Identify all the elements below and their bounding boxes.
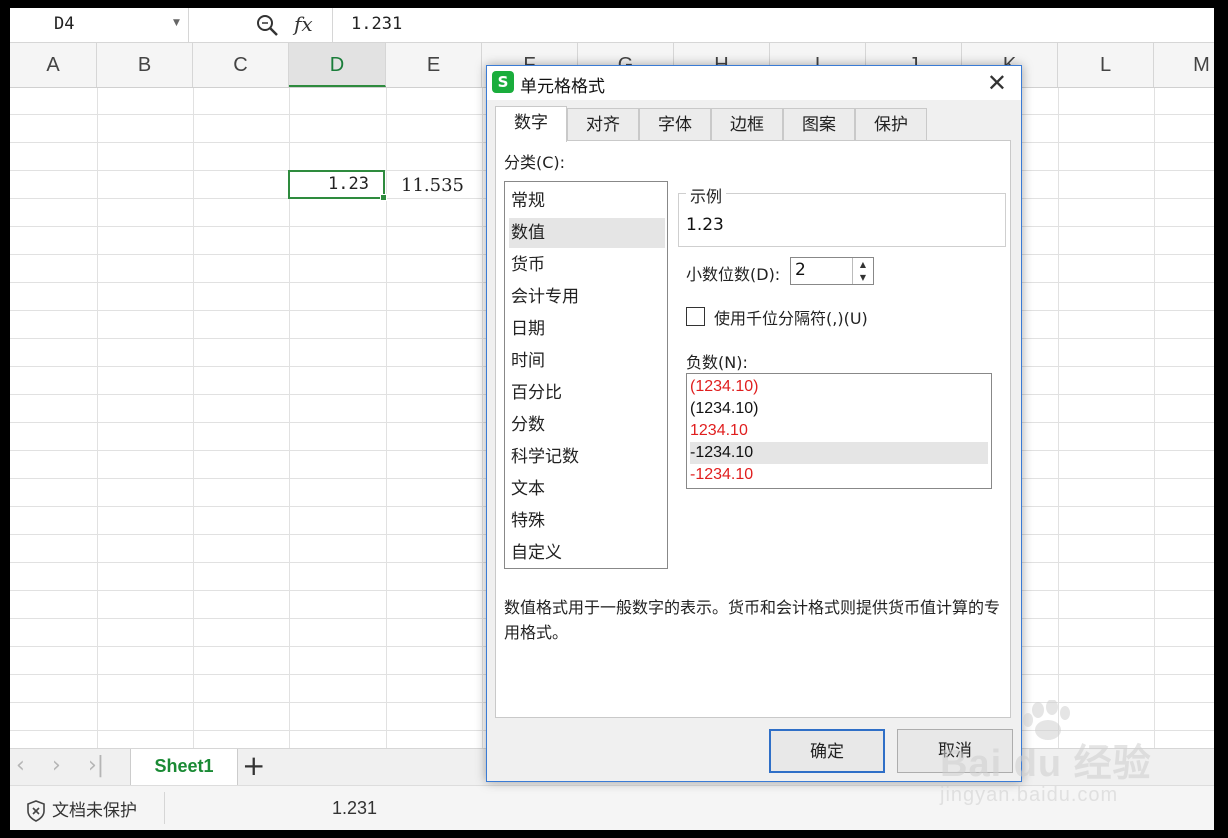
category-item[interactable]: 会计专用: [509, 282, 665, 312]
last-sheet-icon[interactable]: ›|: [88, 753, 104, 778]
category-item-selected[interactable]: 数值: [509, 218, 665, 248]
name-box-value: D4: [54, 14, 75, 34]
decimal-places-value: 2: [795, 260, 806, 280]
sheet-tab-sheet1[interactable]: Sheet1: [130, 749, 238, 785]
spin-up-icon[interactable]: ▲: [853, 258, 873, 271]
spin-down-icon[interactable]: ▼: [853, 271, 873, 284]
close-icon[interactable]: ✕: [987, 69, 1007, 97]
negative-option-selected[interactable]: -1234.10: [690, 442, 988, 464]
column-header-a[interactable]: A: [10, 43, 97, 87]
category-item[interactable]: 特殊: [509, 506, 665, 536]
name-box[interactable]: D4 ▼: [10, 8, 189, 42]
fx-icon[interactable]: fx: [294, 12, 313, 36]
category-item[interactable]: 文本: [509, 474, 665, 504]
formula-bar: D4 ▼ fx 1.231: [10, 8, 1214, 43]
negative-numbers-list[interactable]: (1234.10) (1234.10) 1234.10 -1234.10 -12…: [686, 373, 992, 489]
next-sheet-icon[interactable]: ›: [52, 753, 61, 778]
baidu-jingyan-watermark: Bai du 经验 jingyan.baidu.com: [940, 700, 1180, 830]
thousand-separator-label[interactable]: 使用千位分隔符(,)(U): [714, 305, 868, 329]
category-item[interactable]: 分数: [509, 410, 665, 440]
category-item[interactable]: 百分比: [509, 378, 665, 408]
spin-buttons[interactable]: ▲ ▼: [852, 258, 873, 284]
negative-numbers-label: 负数(N):: [686, 353, 748, 372]
decimal-places-stepper[interactable]: 2 ▲ ▼: [790, 257, 874, 285]
formula-input[interactable]: 1.231: [332, 8, 1214, 42]
column-header-l[interactable]: L: [1058, 43, 1154, 87]
document-protection-status[interactable]: 文档未保护: [26, 796, 137, 822]
wps-sheet-logo-icon: S: [492, 71, 514, 93]
watermark-brand: Bai du 经验: [940, 743, 1152, 785]
dialog-title: 单元格格式: [520, 77, 605, 97]
cell-e4[interactable]: 11.535: [386, 172, 482, 199]
tab-border[interactable]: 边框: [711, 108, 783, 140]
format-cells-dialog: S 单元格格式 ✕ 数字 对齐 字体 边框 图案 保护 分类(C): 常规 数值…: [486, 65, 1022, 782]
zoom-search-icon[interactable]: [254, 12, 280, 38]
category-list[interactable]: 常规 数值 货币 会计专用 日期 时间 百分比 分数 科学记数 文本 特殊 自定…: [504, 181, 668, 569]
tab-pattern[interactable]: 图案: [783, 108, 855, 140]
category-item[interactable]: 货币: [509, 250, 665, 280]
negative-option[interactable]: 1234.10: [690, 420, 988, 442]
negative-option[interactable]: (1234.10): [690, 376, 988, 398]
column-header-m[interactable]: M: [1154, 43, 1214, 87]
category-item[interactable]: 科学记数: [509, 442, 665, 472]
name-box-dropdown-icon[interactable]: ▼: [173, 18, 180, 28]
cell-d4-selected[interactable]: 1.23: [288, 170, 387, 201]
cell-d4-value: 1.23: [328, 174, 369, 194]
add-sheet-icon[interactable]: +: [242, 749, 265, 783]
dialog-title-bar[interactable]: S 单元格格式 ✕: [487, 66, 1021, 100]
format-description: 数值格式用于一般数字的表示。货币和会计格式则提供货币值计算的专用格式。: [504, 598, 1001, 642]
status-value: 1.231: [332, 798, 378, 818]
sample-value: 1.23: [686, 215, 724, 235]
column-header-e[interactable]: E: [386, 43, 482, 87]
category-label: 分类(C):: [504, 153, 566, 172]
sample-group: [678, 193, 1006, 247]
status-divider: [164, 792, 165, 824]
thousand-separator-checkbox[interactable]: [686, 307, 705, 326]
negative-option[interactable]: -1234.10: [690, 464, 988, 486]
sample-label: 示例: [686, 183, 727, 207]
tab-font[interactable]: 字体: [639, 108, 711, 140]
category-item[interactable]: 时间: [509, 346, 665, 376]
shield-icon: [27, 800, 45, 822]
column-header-b[interactable]: B: [97, 43, 193, 87]
watermark-url: jingyan.baidu.com: [940, 784, 1119, 806]
negative-option[interactable]: (1234.10): [690, 398, 988, 420]
decimal-places-label: 小数位数(D):: [686, 265, 781, 284]
formula-value: 1.231: [351, 14, 403, 34]
number-tab-panel: 分类(C): 常规 数值 货币 会计专用 日期 时间 百分比 分数 科学记数 文…: [495, 140, 1011, 718]
tab-number[interactable]: 数字: [495, 106, 567, 142]
tab-protection[interactable]: 保护: [855, 108, 927, 140]
category-item[interactable]: 自定义: [509, 538, 665, 568]
category-item[interactable]: 常规: [509, 186, 665, 216]
column-header-d[interactable]: D: [289, 43, 386, 87]
column-header-c[interactable]: C: [193, 43, 289, 87]
tab-alignment[interactable]: 对齐: [567, 108, 639, 140]
category-item[interactable]: 日期: [509, 314, 665, 344]
protection-label: 文档未保护: [52, 801, 137, 821]
ok-button[interactable]: 确定: [769, 729, 885, 773]
first-sheet-icon[interactable]: ‹: [16, 753, 25, 778]
